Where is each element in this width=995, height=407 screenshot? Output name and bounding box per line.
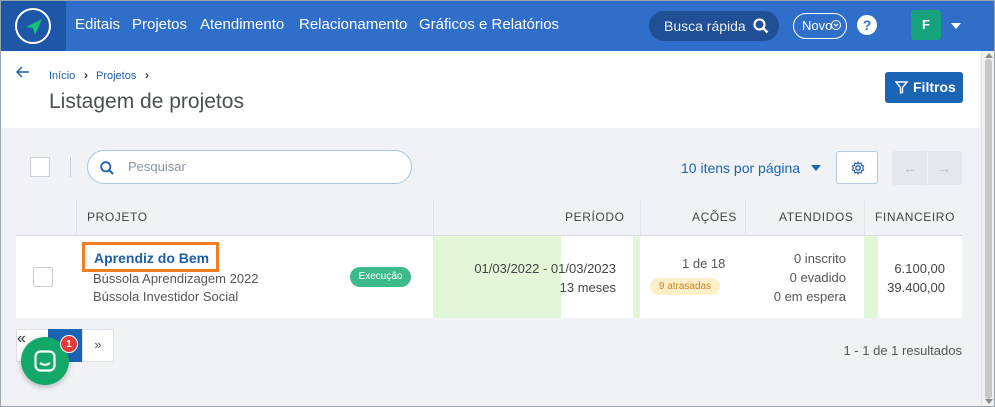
quick-search-button[interactable]: Busca rápida [649,11,779,41]
project-program: Bússola Investidor Social [93,289,239,304]
nav-editais[interactable]: Editais [75,16,120,33]
filter-button[interactable]: Filtros [885,72,963,103]
pagination-next-button[interactable]: » [82,329,114,362]
filter-button-label: Filtros [913,79,956,95]
scroll-down-arrow-icon[interactable] [985,399,993,404]
search-icon [753,18,769,34]
page-header: Início › Projetos › Listagem de projetos… [1,51,980,128]
next-page-button[interactable]: → [937,160,951,176]
chat-icon [34,350,56,372]
items-per-page-select[interactable]: 10 itens por página [681,160,800,176]
column-header-atendidos[interactable]: ATENDIDOS [779,210,854,224]
nav-atendimento[interactable]: Atendimento [200,16,284,33]
column-header-periodo[interactable]: PERÍODO [565,210,625,224]
breadcrumb-separator-icon: › [145,68,149,82]
search-icon [100,161,114,175]
financial-value: 39.400,00 [887,280,945,295]
column-divider [864,199,865,236]
nav-relacionamento[interactable]: Relacionamento [299,16,407,33]
filter-icon [895,81,908,94]
top-navbar: Editais Projetos Atendimento Relacioname… [0,0,995,51]
breadcrumb-home[interactable]: Início [49,70,75,82]
chevron-down-icon [831,20,841,30]
avatar[interactable]: F [911,10,941,40]
period-range: 01/03/2022 - 01/03/2023 [474,261,616,276]
scroll-up-arrow-icon[interactable] [985,53,993,58]
column-divider [433,199,434,236]
chat-notification-badge: 1 [60,335,78,353]
help-icon[interactable]: ? [857,15,877,35]
column-header-projeto[interactable]: PROJETO [87,210,148,224]
actions-progress-strip [633,236,640,318]
user-menu-caret-icon[interactable] [951,23,961,29]
table-row[interactable]: Aprendiz do Bem Bússola Aprendizagem 202… [16,236,962,318]
attended-waiting: 0 em espera [773,289,846,304]
nav-projetos[interactable]: Projetos [132,16,187,33]
back-arrow-icon[interactable] [16,66,30,78]
search-input[interactable] [128,159,398,174]
search-field[interactable] [87,150,412,184]
page-arrows-group: ← → [892,151,962,185]
toolbar-divider [70,157,71,177]
project-name-link[interactable]: Aprendiz do Bem [94,250,209,266]
period-progress-bar [433,236,561,318]
row-checkbox[interactable] [33,267,53,287]
column-header-acoes[interactable]: AÇÕES [692,210,737,224]
attended-dropped: 0 evadido [789,270,846,285]
quick-search-label: Busca rápida [664,18,746,34]
column-header-financeiro[interactable]: FINANCEIRO [875,210,955,224]
project-program: Bússola Aprendizagem 2022 [93,271,259,286]
scrollbar-thumb[interactable] [985,59,992,399]
chevron-down-icon[interactable] [811,165,821,171]
vertical-scrollbar[interactable] [981,51,995,407]
breadcrumb-projects[interactable]: Projetos [96,70,136,82]
period-duration: 13 meses [559,280,616,295]
table-header: PROJETO PERÍODO AÇÕES ATENDIDOS FINANCEI… [16,199,962,236]
financial-value: 6.100,00 [894,261,945,276]
logo-icon [15,8,51,44]
attended-enrolled: 0 inscrito [793,251,846,266]
table-settings-button[interactable] [836,151,878,184]
previous-page-button[interactable]: ← [903,160,917,176]
logo-area[interactable] [0,0,66,51]
actions-count: 1 de 18 [682,256,726,271]
status-badge: Execução [350,267,411,287]
financial-progress-strip [864,236,878,318]
gear-icon [851,161,865,175]
new-button[interactable]: Novo [793,13,847,39]
new-button-label: Novo [802,18,833,33]
page-title: Listagem de projetos [49,90,244,113]
nav-graficos-relatorios[interactable]: Gráficos e Relatórios [419,16,559,33]
results-count: 1 - 1 de 1 resultados [843,343,962,358]
breadcrumb-separator-icon: › [84,68,88,82]
select-all-checkbox[interactable] [30,157,50,177]
late-actions-badge: 9 atrasadas [650,278,720,295]
arrows-separator [927,151,928,185]
